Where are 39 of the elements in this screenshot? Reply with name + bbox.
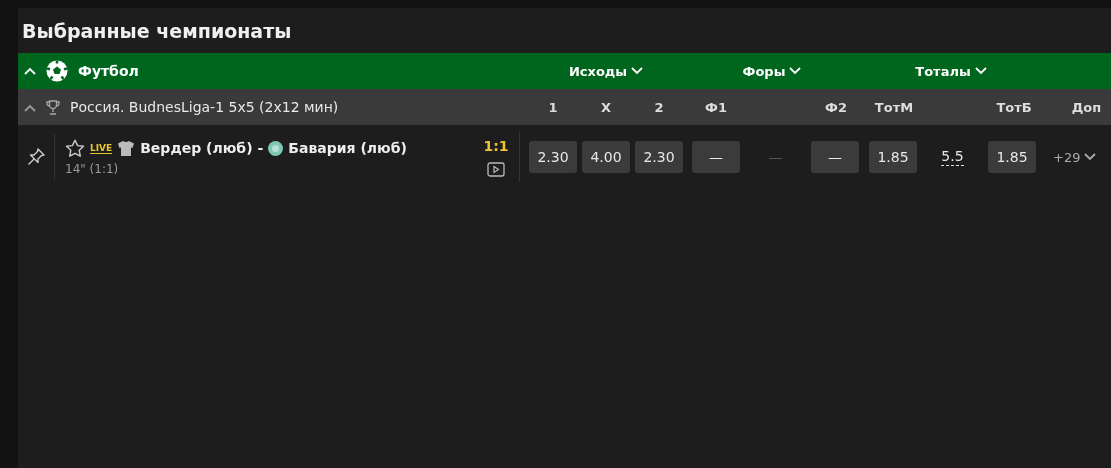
column-header: X — [600, 99, 612, 115]
soccer-ball-icon — [46, 60, 68, 82]
team-name: Бавария (люб) — [288, 140, 407, 156]
league-name: Россия. BudnesLiga-1 5x5 (2x12 мин) — [70, 99, 339, 115]
market-tab[interactable]: Форы — [742, 63, 786, 79]
separator-text: - — [257, 140, 264, 156]
odds-button[interactable]: 1.85 — [988, 141, 1036, 173]
match-score: 1:1 — [483, 137, 509, 154]
market-tab[interactable]: Тоталы — [915, 63, 971, 79]
odds-button[interactable]: — — [692, 141, 740, 173]
video-icon[interactable] — [487, 161, 505, 177]
team-name: Вердер (люб) — [140, 140, 253, 156]
column-header: ТотБ — [995, 99, 1033, 115]
page-title: Выбранные чемпионаты — [22, 19, 292, 42]
pin-icon[interactable] — [26, 147, 46, 167]
sport-name: Футбол — [78, 63, 139, 79]
odds-button[interactable]: 1.85 — [869, 141, 917, 173]
match-time: 14" (1:1) — [65, 161, 120, 176]
trophy-icon — [46, 99, 60, 115]
odds-button[interactable]: — — [811, 141, 859, 173]
column-header: Ф1 — [704, 99, 728, 115]
team-logo-icon — [268, 140, 284, 156]
star-icon[interactable] — [65, 138, 85, 158]
more-markets-button[interactable]: +29 — [1053, 149, 1097, 165]
shirt-icon — [117, 139, 136, 157]
live-badge: LIVE — [90, 142, 113, 154]
column-header: 2 — [653, 99, 665, 115]
market-tab[interactable]: Исходы — [568, 63, 628, 79]
odds-line-text: 5.5 — [940, 147, 965, 168]
column-header: ТотМ — [873, 99, 915, 115]
column-header: Ф2 — [824, 99, 848, 115]
column-header: Доп — [1070, 99, 1103, 115]
odds-line-text: — — [767, 147, 784, 167]
collapse-icon[interactable] — [24, 104, 36, 112]
odds-button[interactable]: 4.00 — [582, 141, 630, 173]
column-header: 1 — [547, 99, 559, 115]
odds-button[interactable]: 2.30 — [529, 141, 577, 173]
caret-icon[interactable] — [1084, 153, 1097, 161]
odds-button[interactable]: 2.30 — [635, 141, 683, 173]
